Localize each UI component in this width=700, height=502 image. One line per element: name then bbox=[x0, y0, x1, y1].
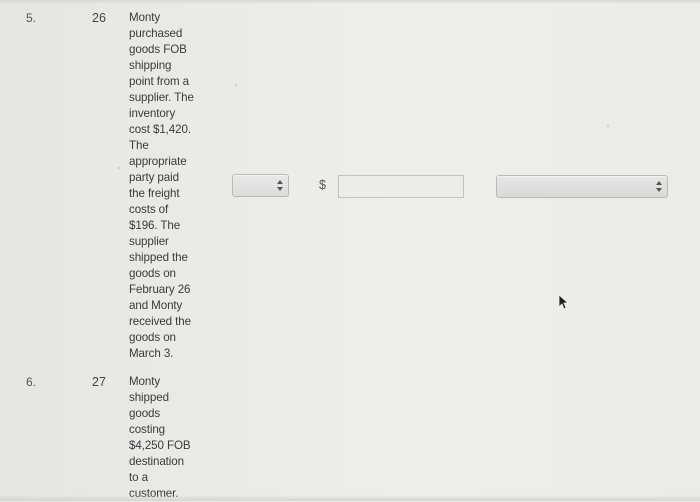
row-description: Monty purchased goods FOB shipping point… bbox=[129, 10, 201, 362]
description-line: shipping bbox=[129, 59, 172, 72]
description-line: shipped the bbox=[129, 251, 188, 264]
screen-speck bbox=[607, 125, 609, 127]
up-down-arrows-icon bbox=[656, 180, 662, 193]
description-line: The bbox=[129, 139, 149, 152]
description-line: purchased bbox=[129, 27, 183, 40]
row-description: Monty shipped goods costing $4,250 FOB d… bbox=[129, 374, 201, 502]
description-line: party paid bbox=[129, 171, 179, 184]
description-line: cost $1,420. bbox=[129, 123, 191, 136]
row-number: 6. bbox=[26, 375, 37, 389]
description-line: point from a bbox=[129, 75, 190, 88]
description-line: supplier bbox=[129, 235, 169, 248]
row-date: 27 bbox=[92, 375, 106, 389]
description-line: $196. The bbox=[129, 219, 181, 232]
account-title-select[interactable] bbox=[496, 175, 668, 198]
description-line: appropriate bbox=[129, 155, 187, 168]
description-line: destination bbox=[129, 455, 184, 468]
description-line: March 3. bbox=[129, 347, 174, 360]
screen-edge-shadow-bottom bbox=[0, 495, 700, 501]
row-date: 26 bbox=[92, 11, 106, 25]
currency-symbol: $ bbox=[319, 178, 326, 192]
description-line: received the bbox=[129, 315, 191, 328]
description-line: and Monty bbox=[129, 299, 183, 312]
description-line: the freight bbox=[129, 187, 180, 200]
description-line: goods bbox=[129, 407, 161, 420]
mouse-cursor-arrow-icon bbox=[558, 294, 570, 310]
description-line: costs of bbox=[129, 203, 169, 216]
description-line: Monty bbox=[129, 375, 161, 388]
description-line: supplier. The bbox=[129, 91, 194, 104]
debit-credit-select[interactable] bbox=[232, 174, 289, 197]
description-line: shipped bbox=[129, 391, 169, 404]
description-line: goods on bbox=[129, 267, 176, 280]
description-line: goods on bbox=[129, 331, 176, 344]
row-number: 5. bbox=[26, 11, 37, 25]
up-down-arrows-icon bbox=[277, 179, 283, 192]
screen-speck bbox=[235, 84, 237, 86]
description-line: to a bbox=[129, 471, 148, 484]
screen-speck bbox=[118, 167, 120, 169]
description-line: $4,250 FOB bbox=[129, 439, 191, 452]
description-line: costing bbox=[129, 423, 166, 436]
description-line: Monty bbox=[129, 11, 161, 24]
description-line: goods FOB bbox=[129, 43, 187, 56]
description-line: February 26 bbox=[129, 283, 191, 296]
screen-edge-shadow-top bbox=[0, 0, 700, 4]
amount-input[interactable] bbox=[338, 175, 464, 198]
description-line: inventory bbox=[129, 107, 176, 120]
